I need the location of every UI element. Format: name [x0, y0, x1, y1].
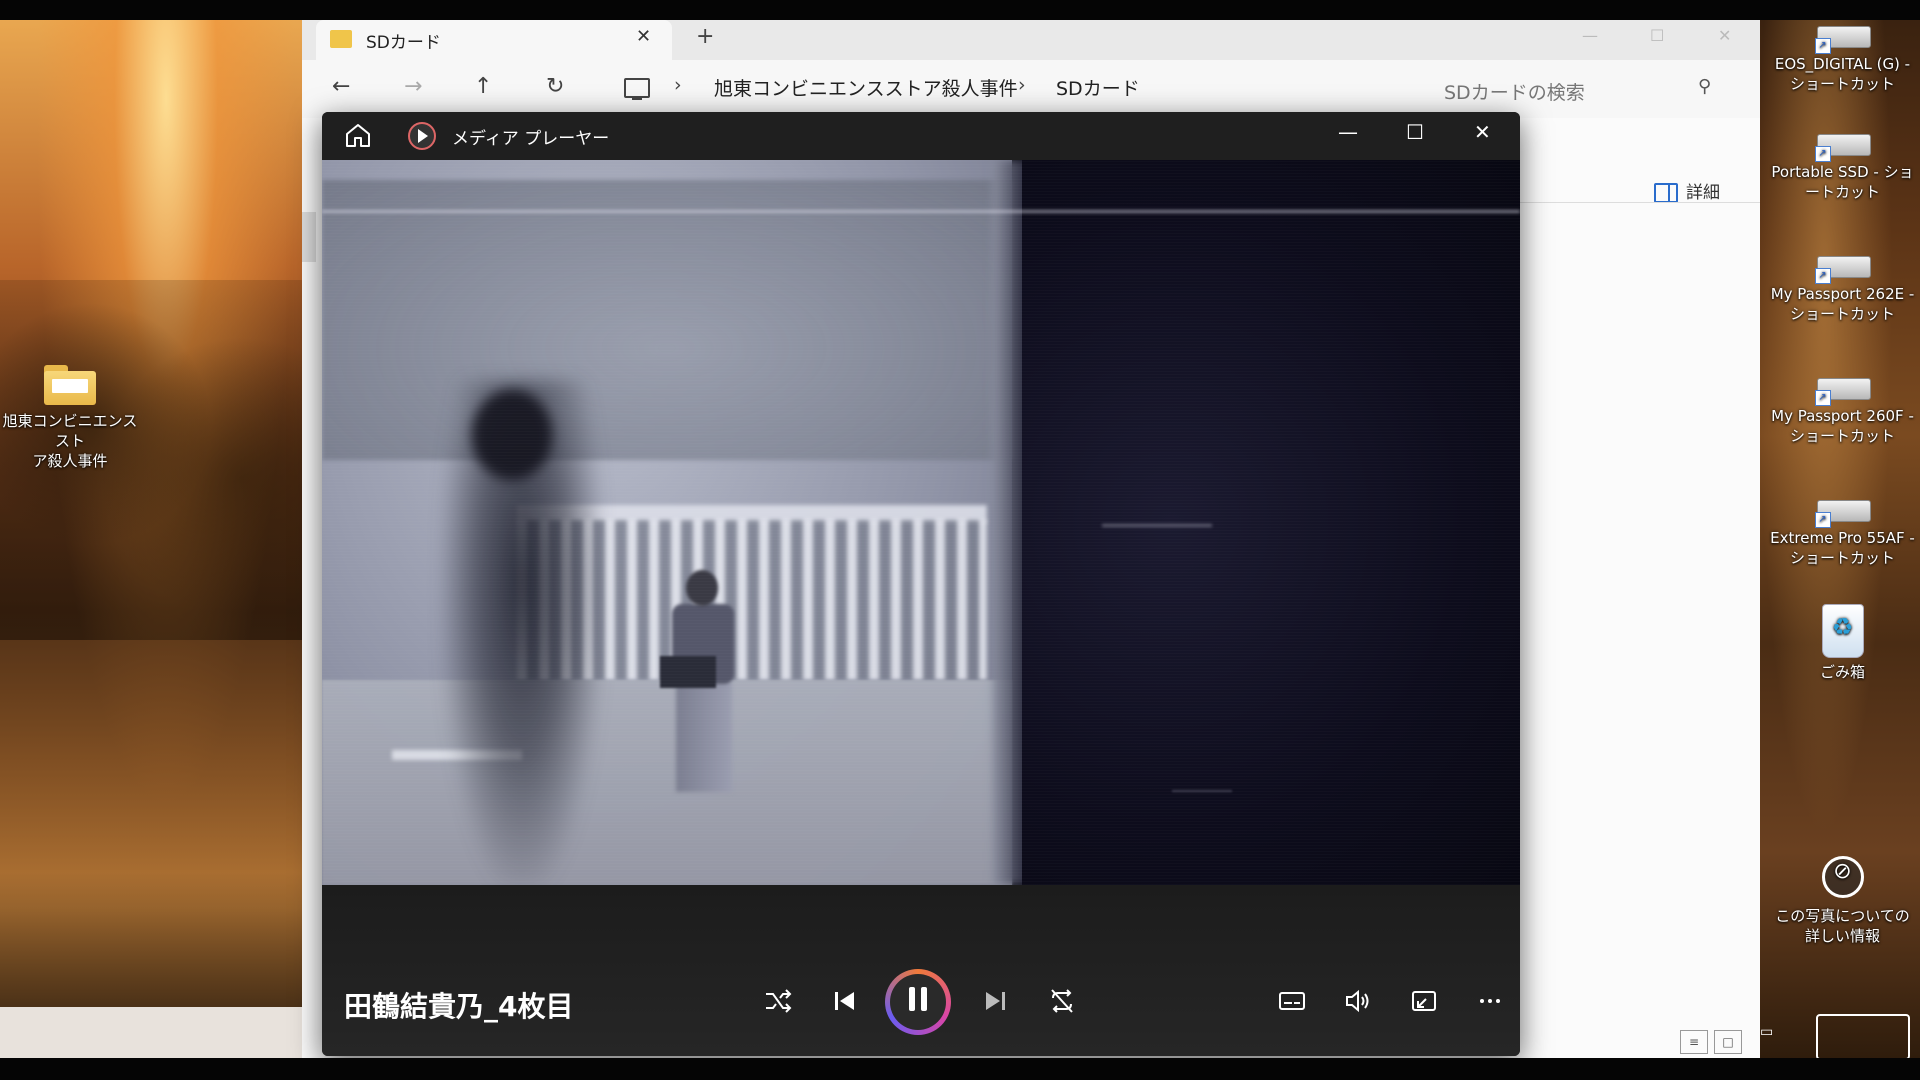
- shortcut-label: My Passport 262E -: [1770, 285, 1915, 303]
- desktop-shortcut-passport-262e[interactable]: ↗ My Passport 262E - ショートカット: [1770, 250, 1915, 324]
- drive-shortcut-icon: ↗: [1814, 250, 1871, 284]
- explorer-scrollbar[interactable]: [302, 212, 316, 262]
- pause-icon: [921, 987, 927, 1011]
- up-arrow-icon[interactable]: ↑: [474, 74, 492, 99]
- system-tray: ▭: [1760, 1024, 1773, 1040]
- minimize-icon[interactable]: —: [1582, 26, 1598, 45]
- video-grain: [322, 160, 1520, 885]
- explorer-tab-title: SDカード: [366, 33, 441, 53]
- back-arrow-icon[interactable]: ←: [332, 74, 350, 99]
- details-pane-button[interactable]: 詳細: [1654, 178, 1720, 203]
- drive-shortcut-icon: ↗: [1814, 372, 1871, 406]
- breadcrumb-folder[interactable]: 旭東コンビニエンスストア殺人事件: [714, 74, 1018, 101]
- shortcut-label: ショートカット: [1789, 305, 1895, 323]
- close-icon[interactable]: ✕: [1474, 120, 1491, 144]
- details-pane-icon: [1654, 183, 1678, 203]
- explorer-tab-bar: SDカード ✕ + — ☐ ✕: [302, 20, 1760, 60]
- next-track-icon[interactable]: [976, 981, 1016, 1021]
- close-tab-icon[interactable]: ✕: [636, 26, 651, 47]
- media-player-logo-icon: [408, 122, 436, 150]
- desktop-shortcut-extreme-pro[interactable]: ↗ Extreme Pro 55AF - ショートカット: [1770, 494, 1915, 568]
- forward-arrow-icon[interactable]: →: [404, 74, 422, 99]
- folder-icon: [44, 365, 96, 405]
- desktop-wallpaper-left: [0, 20, 302, 1027]
- more-options-icon[interactable]: [1470, 981, 1510, 1021]
- bottom-letterbox: [0, 1058, 1920, 1080]
- folder-icon: [330, 30, 352, 48]
- desktop-folder-label-2: ア殺人事件: [32, 452, 108, 470]
- pause-button[interactable]: [885, 969, 951, 1035]
- drive-shortcut-icon: ↗: [1814, 128, 1871, 162]
- chevron-right-icon[interactable]: ›: [674, 74, 682, 96]
- screen: 旭東コンビニエンススト ア殺人事件 SDカード ✕ + — ☐ ✕ ← → ↑ …: [0, 0, 1920, 1080]
- tiles-view-icon[interactable]: □: [1714, 1030, 1742, 1054]
- photo-info-icon: ⊘: [1821, 856, 1864, 898]
- desktop-recycle-bin[interactable]: ♻ ごみ箱: [1770, 604, 1915, 682]
- recycle-bin-label: ごみ箱: [1819, 663, 1865, 681]
- explorer-view-buttons: ≡ □: [1680, 1030, 1748, 1054]
- drive-shortcut-icon: ↗: [1814, 20, 1871, 54]
- shortcut-label: Extreme Pro 55AF -: [1770, 529, 1915, 547]
- search-placeholder: SDカードの検索: [1444, 82, 1585, 104]
- taskbar-selection-box[interactable]: [1816, 1014, 1910, 1060]
- photo-info-label: 詳しい情報: [1804, 927, 1880, 945]
- battery-icon[interactable]: ▭: [1760, 1024, 1773, 1040]
- repeat-off-icon[interactable]: [1042, 981, 1082, 1021]
- video-frame[interactable]: [322, 160, 1520, 885]
- maximize-icon[interactable]: ☐: [1406, 120, 1424, 144]
- details-view-icon[interactable]: ≡: [1680, 1030, 1708, 1054]
- pause-icon: [909, 987, 915, 1011]
- explorer-tab[interactable]: SDカード ✕: [316, 20, 672, 60]
- search-icon[interactable]: ⚲: [1698, 76, 1711, 97]
- new-tab-icon[interactable]: +: [696, 24, 714, 49]
- desktop-photo-info[interactable]: ⊘ この写真についての 詳しい情報: [1770, 856, 1915, 946]
- close-icon[interactable]: ✕: [1718, 26, 1731, 45]
- desktop-bottom-strip: [0, 1007, 302, 1058]
- previous-track-icon[interactable]: [824, 981, 864, 1021]
- player-title-bar: メディア プレーヤー — ☐ ✕: [322, 112, 1520, 160]
- shortcut-label: ートカット: [1804, 183, 1880, 201]
- shortcut-label: ショートカット: [1789, 75, 1895, 93]
- shortcut-label: EOS_DIGITAL (G) -: [1774, 55, 1911, 73]
- this-pc-icon[interactable]: [624, 78, 650, 100]
- now-playing-title: 田鶴結貴乃_4枚目: [344, 990, 574, 1023]
- player-app-title: メディア プレーヤー: [452, 129, 610, 149]
- details-label: 詳細: [1686, 183, 1720, 203]
- shortcut-label: ショートカット: [1789, 549, 1895, 567]
- maximize-icon[interactable]: ☐: [1650, 26, 1664, 45]
- explorer-nav-bar: ← → ↑ ↻ › 旭東コンビニエンスストア殺人事件 › SDカード SDカード…: [302, 60, 1760, 118]
- top-letterbox: [0, 0, 1920, 20]
- chevron-right-icon[interactable]: ›: [1018, 74, 1026, 96]
- photo-info-label: この写真についての: [1775, 907, 1910, 925]
- drive-shortcut-icon: ↗: [1814, 494, 1871, 528]
- desktop-folder-label-1: 旭東コンビニエンススト: [2, 412, 138, 450]
- shuffle-icon[interactable]: [758, 981, 798, 1021]
- minimize-icon[interactable]: —: [1338, 120, 1358, 144]
- desktop-folder[interactable]: 旭東コンビニエンススト ア殺人事件: [0, 365, 140, 471]
- explorer-divider: [1520, 202, 1760, 203]
- home-icon[interactable]: [344, 122, 372, 148]
- playback-controls: 田鶴結貴乃_4枚目: [322, 885, 1520, 1056]
- recycle-bin-icon: ♻: [1821, 604, 1864, 658]
- wallpaper-water: [0, 640, 302, 1027]
- media-player-window: メディア プレーヤー — ☐ ✕ 田鶴結貴乃_4枚目: [322, 112, 1520, 1056]
- search-input[interactable]: SDカードの検索 ⚲: [1432, 66, 1722, 112]
- shortcut-label: ショートカット: [1789, 427, 1895, 445]
- desktop-shortcut-portable-ssd[interactable]: ↗ Portable SSD - ショ ートカット: [1770, 128, 1915, 202]
- desktop-shortcut-passport-260f[interactable]: ↗ My Passport 260F - ショートカット: [1770, 372, 1915, 446]
- volume-icon[interactable]: [1338, 981, 1378, 1021]
- breadcrumb-sdcard[interactable]: SDカード: [1056, 74, 1140, 101]
- shortcut-label: Portable SSD - ショ: [1771, 163, 1914, 181]
- mini-player-icon[interactable]: [1404, 981, 1444, 1021]
- desktop-shortcut-eos[interactable]: ↗ EOS_DIGITAL (G) - ショートカット: [1770, 20, 1915, 94]
- refresh-icon[interactable]: ↻: [546, 74, 564, 99]
- subtitles-icon[interactable]: [1272, 981, 1312, 1021]
- shortcut-label: My Passport 260F -: [1771, 407, 1914, 425]
